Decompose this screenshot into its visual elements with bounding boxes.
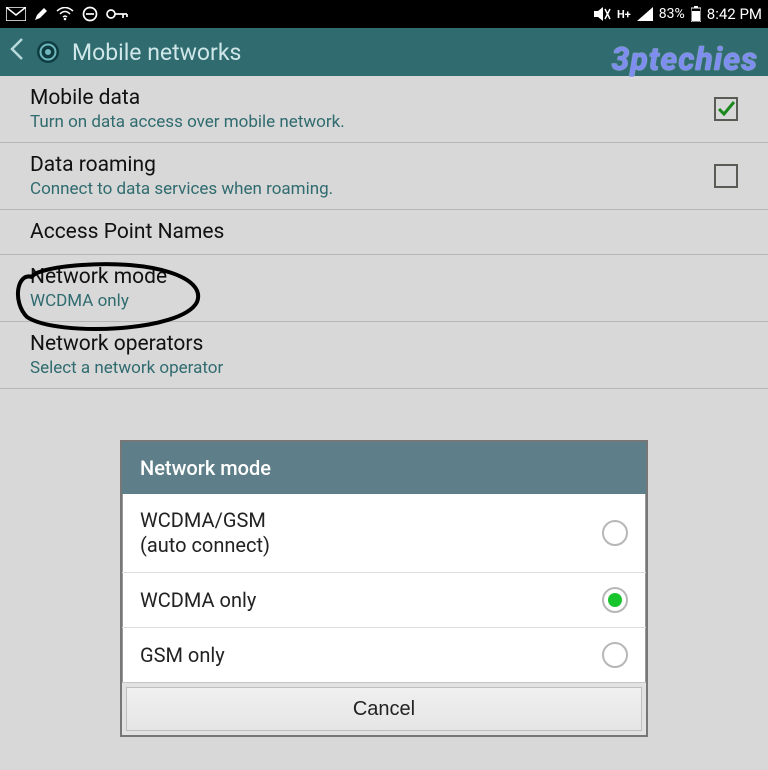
setting-title: Data roaming bbox=[30, 153, 714, 177]
key-icon bbox=[106, 8, 128, 20]
battery-pct: 83% bbox=[659, 6, 685, 22]
setting-sub: WCDMA only bbox=[30, 291, 738, 311]
setting-sub: Turn on data access over mobile network. bbox=[30, 112, 714, 132]
clock: 8:42 PM bbox=[707, 5, 762, 23]
gear-icon bbox=[34, 38, 62, 66]
option-wcdma-gsm[interactable]: WCDMA/GSM (auto connect) bbox=[122, 494, 646, 573]
setting-title: Network operators bbox=[30, 332, 738, 356]
option-gsm-only[interactable]: GSM only bbox=[122, 628, 646, 682]
option-label: WCDMA/GSM (auto connect) bbox=[140, 508, 602, 558]
network-mode-dialog: Network mode WCDMA/GSM (auto connect) WC… bbox=[120, 440, 648, 737]
setting-title: Access Point Names bbox=[30, 220, 738, 244]
radio-unselected[interactable] bbox=[602, 642, 628, 668]
dnd-icon bbox=[82, 6, 98, 22]
option-wcdma-only[interactable]: WCDMA only bbox=[122, 573, 646, 628]
setting-network-mode[interactable]: Network mode WCDMA only bbox=[0, 255, 768, 322]
battery-icon bbox=[691, 6, 701, 22]
radio-unselected[interactable] bbox=[602, 520, 628, 546]
dialog-footer: Cancel bbox=[122, 682, 646, 735]
status-bar: H+ 83% 8:42 PM bbox=[0, 0, 768, 28]
mute-icon bbox=[593, 6, 611, 22]
setting-mobile-data[interactable]: Mobile data Turn on data access over mob… bbox=[0, 76, 768, 143]
page-title: Mobile networks bbox=[72, 39, 241, 66]
cancel-button[interactable]: Cancel bbox=[126, 687, 642, 731]
setting-network-operators[interactable]: Network operators Select a network opera… bbox=[0, 322, 768, 389]
settings-list: Mobile data Turn on data access over mob… bbox=[0, 76, 768, 389]
wifi-icon bbox=[56, 7, 74, 21]
setting-sub: Connect to data services when roaming. bbox=[30, 179, 714, 199]
checkbox-unchecked[interactable] bbox=[714, 164, 738, 188]
dialog-title: Network mode bbox=[122, 442, 646, 494]
setting-data-roaming[interactable]: Data roaming Connect to data services wh… bbox=[0, 143, 768, 210]
header: Mobile networks bbox=[0, 28, 768, 76]
checkbox-checked[interactable] bbox=[714, 97, 738, 121]
setting-apn[interactable]: Access Point Names bbox=[0, 210, 768, 255]
radio-selected[interactable] bbox=[602, 587, 628, 613]
setting-title: Mobile data bbox=[30, 86, 714, 110]
option-label: WCDMA only bbox=[140, 588, 602, 613]
setting-sub: Select a network operator bbox=[30, 358, 738, 378]
back-icon[interactable] bbox=[10, 38, 24, 66]
mail-icon bbox=[6, 7, 26, 21]
data-type-text: H+ bbox=[617, 8, 631, 21]
signal-icon bbox=[637, 7, 653, 21]
option-label: GSM only bbox=[140, 643, 602, 668]
setting-title: Network mode bbox=[30, 265, 738, 289]
pencil-icon bbox=[34, 7, 48, 21]
